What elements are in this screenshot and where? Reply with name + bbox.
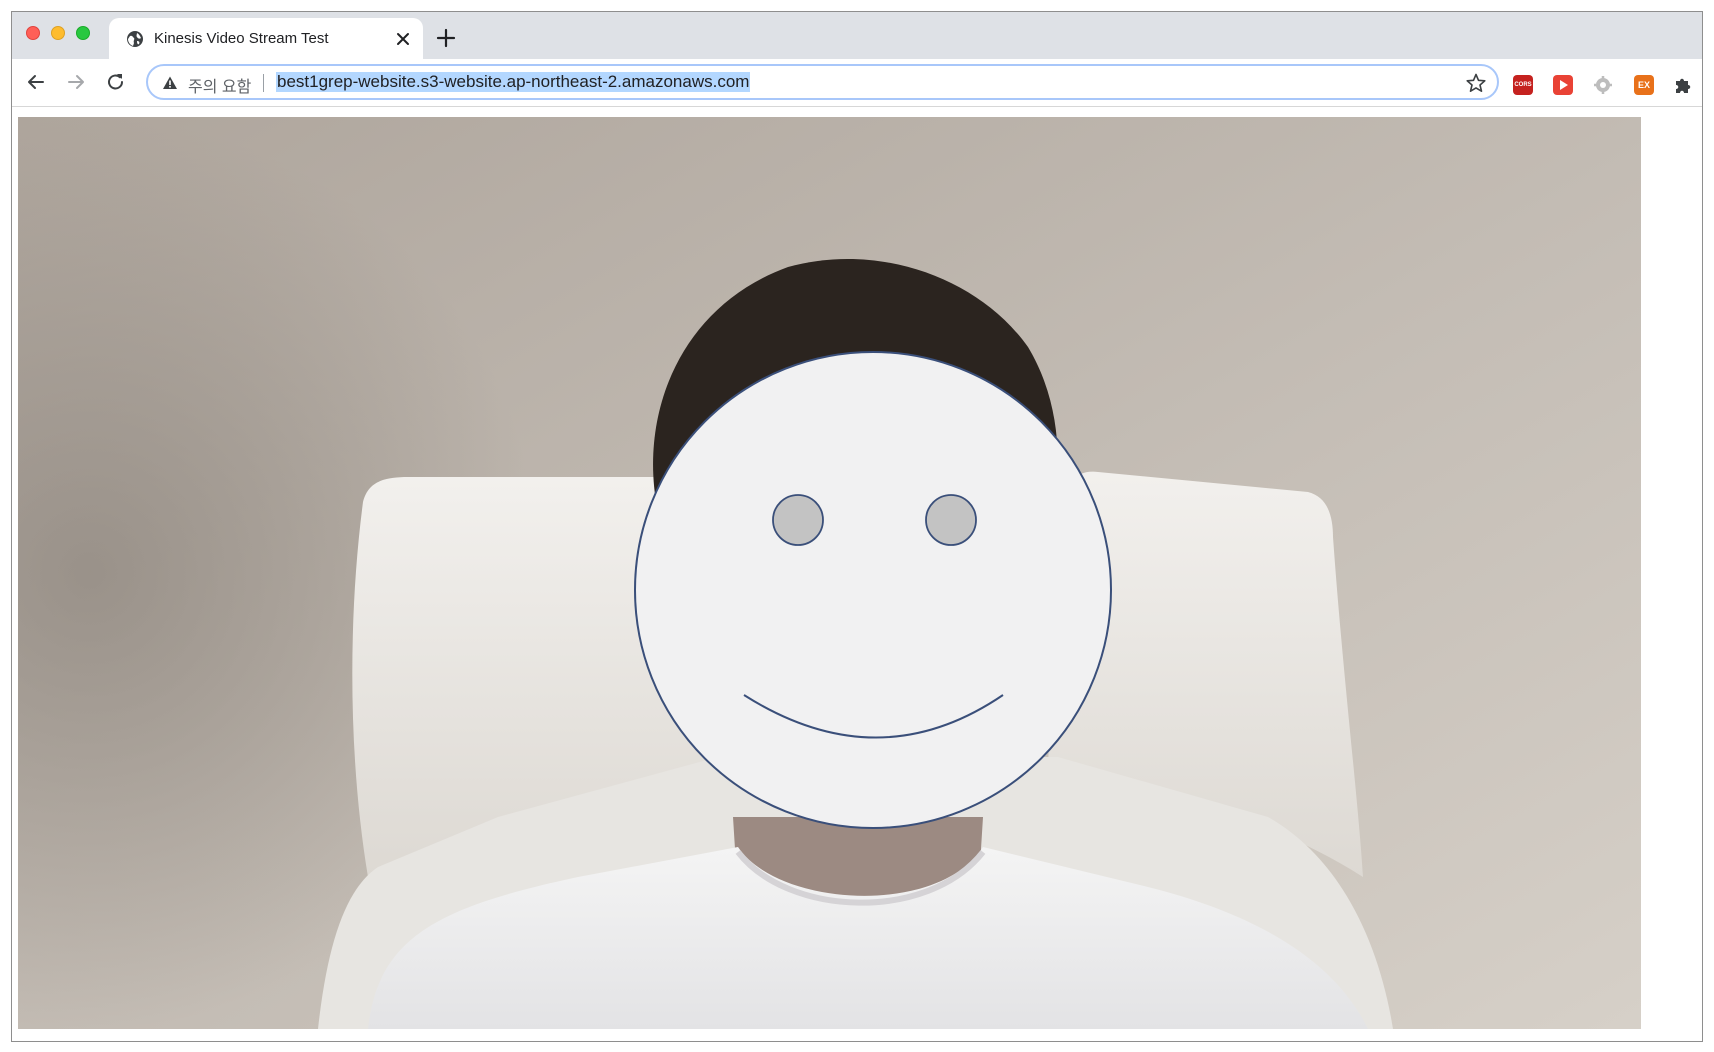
url-text[interactable]: best1grep-website.s3-website.ap-northeas…: [276, 72, 751, 92]
gear-icon: [1594, 76, 1612, 94]
smiley-face-circle: [634, 351, 1112, 829]
tab-strip: Kinesis Video Stream Test: [12, 12, 1702, 59]
browser-window: Kinesis Video Stream Test 주의 요함 best1gre…: [11, 11, 1703, 1042]
play-extension-icon[interactable]: [1553, 75, 1573, 95]
back-arrow-icon[interactable]: [25, 71, 47, 93]
tab-close-icon[interactable]: [393, 29, 413, 49]
play-icon: [1560, 80, 1568, 90]
smiley-left-eye: [772, 494, 824, 546]
tab-kinesis-video-stream-test[interactable]: Kinesis Video Stream Test: [109, 18, 423, 59]
security-warning-label[interactable]: 주의 요함: [188, 73, 251, 97]
address-bar[interactable]: 주의 요함 best1grep-website.s3-website.ap-no…: [146, 64, 1499, 100]
gear-extension-icon[interactable]: [1593, 75, 1613, 95]
cors-extension-icon[interactable]: CORS: [1513, 75, 1533, 95]
forward-arrow-icon[interactable]: [65, 71, 87, 93]
bookmark-star-icon[interactable]: [1465, 72, 1487, 94]
tab-title: Kinesis Video Stream Test: [154, 30, 329, 47]
window-maximize-button[interactable]: [76, 26, 90, 40]
ex-extension-icon[interactable]: EX: [1634, 75, 1654, 95]
warning-triangle-icon[interactable]: [162, 75, 178, 91]
new-tab-plus-icon[interactable]: [435, 27, 457, 49]
window-minimize-button[interactable]: [51, 26, 65, 40]
smiley-face-overlay: [634, 351, 1112, 829]
window-close-button[interactable]: [26, 26, 40, 40]
puzzle-extensions-icon[interactable]: [1672, 74, 1694, 96]
reload-icon[interactable]: [105, 71, 127, 93]
browser-toolbar: 주의 요함 best1grep-website.s3-website.ap-no…: [12, 59, 1702, 107]
video-frame: [18, 117, 1641, 1029]
omnibox-separator: [263, 74, 264, 92]
smiley-right-eye: [925, 494, 977, 546]
webcam-video-feed: [18, 117, 1641, 1029]
globe-icon: [127, 31, 143, 47]
